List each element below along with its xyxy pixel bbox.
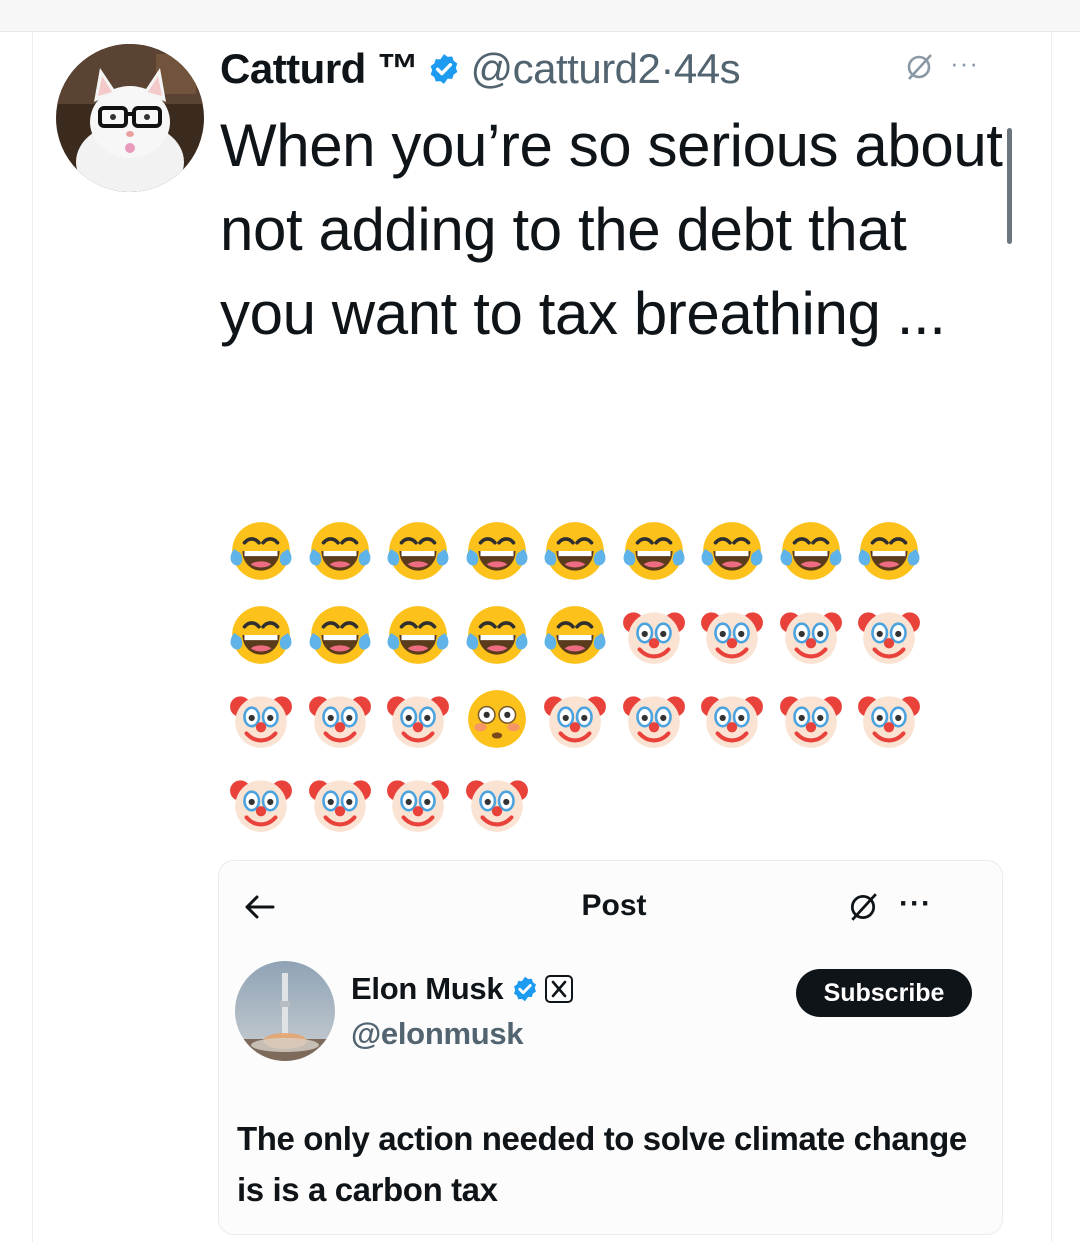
laughing-tears-emoji-icon — [222, 596, 301, 674]
quoted-author-name[interactable]: Elon Musk — [351, 971, 504, 1007]
quoted-author-row: Elon Musk — [351, 971, 574, 1007]
clown-emoji-icon — [379, 680, 458, 758]
tweet-text: When you’re so serious about not adding … — [220, 112, 1003, 347]
clown-emoji-icon — [301, 680, 380, 758]
quoted-post-title: Post — [581, 889, 647, 922]
clown-emoji-icon — [536, 680, 615, 758]
quoted-author-avatar[interactable] — [235, 961, 335, 1061]
clown-emoji-icon — [693, 680, 772, 758]
laughing-tears-emoji-icon — [379, 596, 458, 674]
laughing-tears-emoji-icon — [615, 512, 694, 590]
clown-emoji-icon — [222, 680, 301, 758]
grok-icon[interactable] — [904, 52, 934, 82]
flushed-emoji-icon — [458, 680, 537, 758]
laughing-tears-emoji-icon — [772, 512, 851, 590]
laughing-tears-emoji-icon — [222, 512, 301, 590]
subscribe-button[interactable]: Subscribe — [796, 969, 972, 1017]
grok-icon[interactable] — [847, 891, 879, 923]
clown-emoji-icon — [615, 596, 694, 674]
emoji-row — [222, 512, 929, 596]
clown-emoji-icon — [222, 764, 301, 842]
laughing-tears-emoji-icon — [693, 512, 772, 590]
clown-emoji-icon — [379, 764, 458, 842]
quoted-author-handle[interactable]: @elonmusk — [351, 1016, 524, 1052]
quoted-post[interactable]: Post ··· Elon Musk @elonmusk Subscribe T… — [218, 860, 1003, 1235]
top-bar — [0, 0, 1080, 32]
quoted-post-text: The only action needed to solve climate … — [237, 1120, 967, 1208]
author-avatar[interactable] — [56, 44, 204, 192]
rocket-avatar-image — [235, 961, 335, 1061]
clown-emoji-icon — [772, 596, 851, 674]
back-arrow-icon[interactable] — [239, 889, 279, 925]
laughing-tears-emoji-icon — [850, 512, 929, 590]
clown-emoji-icon — [458, 764, 537, 842]
laughing-tears-emoji-icon — [379, 512, 458, 590]
emoji-grid — [222, 512, 929, 848]
laughing-tears-emoji-icon — [458, 596, 537, 674]
laughing-tears-emoji-icon — [536, 512, 615, 590]
emoji-row — [222, 680, 929, 764]
cat-avatar-image — [56, 44, 204, 192]
tweet-time[interactable]: 44s — [674, 45, 741, 92]
emoji-row — [222, 764, 929, 848]
verified-badge-icon — [430, 54, 457, 84]
clown-emoji-icon — [850, 596, 929, 674]
laughing-tears-emoji-icon — [301, 596, 380, 674]
author-handle[interactable]: @catturd2·44s — [471, 45, 741, 93]
clown-emoji-icon — [693, 596, 772, 674]
author-name[interactable]: Catturd ™ — [220, 45, 419, 93]
verified-badge-icon — [514, 976, 537, 1002]
laughing-tears-emoji-icon — [301, 512, 380, 590]
laughing-tears-emoji-icon — [536, 596, 615, 674]
laughing-tears-emoji-icon — [458, 512, 537, 590]
emoji-row — [222, 596, 929, 680]
clown-emoji-icon — [850, 680, 929, 758]
quoted-more-options-icon[interactable]: ··· — [899, 887, 932, 921]
tweet-header: Catturd ™ @catturd2·44s — [220, 44, 741, 94]
clown-emoji-icon — [301, 764, 380, 842]
x-affiliate-badge-icon — [545, 975, 574, 1003]
clown-emoji-icon — [772, 680, 851, 758]
more-options-icon[interactable]: ··· — [950, 48, 979, 79]
clown-emoji-icon — [615, 680, 694, 758]
